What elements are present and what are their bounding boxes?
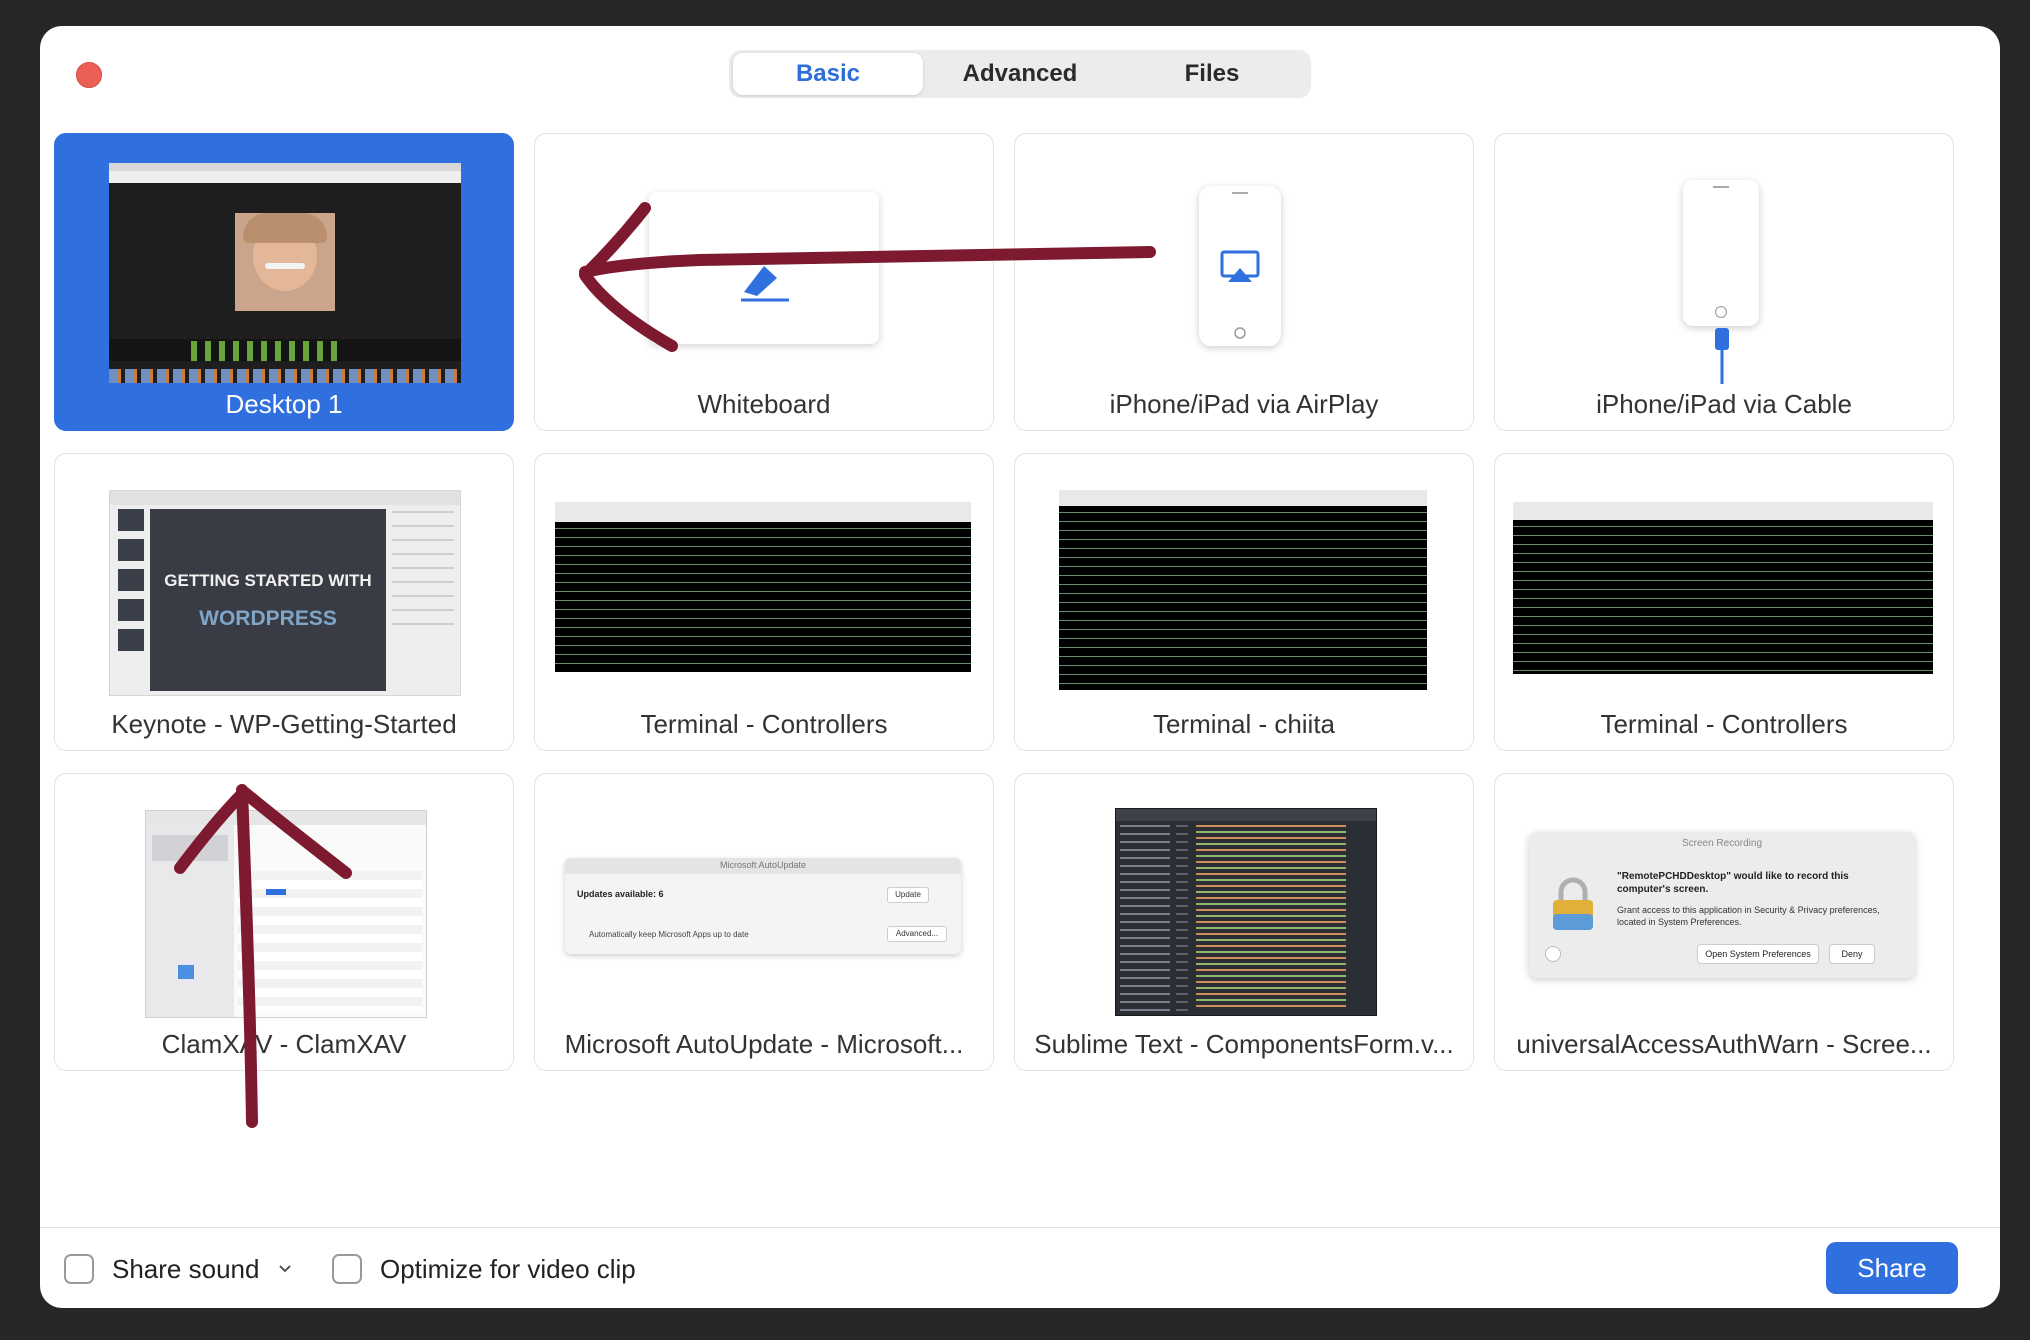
tab-advanced[interactable]: Advanced xyxy=(925,53,1115,95)
terminal-thumbnail xyxy=(1059,490,1427,690)
terminal-thumbnail xyxy=(555,502,971,672)
msau-title: Microsoft AutoUpdate xyxy=(719,860,807,870)
tab-files[interactable]: Files xyxy=(1117,53,1307,95)
keynote-slide-subtitle: WORDPRESS xyxy=(199,607,337,630)
keynote-slide-title: GETTING STARTED WITH xyxy=(164,571,372,590)
share-option-desktop-1[interactable]: Desktop 1 xyxy=(54,133,514,431)
share-option-keynote[interactable]: GETTING STARTED WITH WORDPRESS Keynote -… xyxy=(54,453,514,751)
card-label: ClamXAV - ClamXAV xyxy=(161,1029,407,1059)
lock-icon xyxy=(1553,877,1593,930)
share-sound-label[interactable]: Share sound xyxy=(112,1254,259,1285)
iphone-cable-icon xyxy=(1683,180,1759,326)
card-label: Keynote - WP-Getting-Started xyxy=(111,709,457,739)
airplay-icon xyxy=(1220,250,1260,339)
card-label: iPhone/iPad via Cable xyxy=(1596,389,1852,419)
card-label: Sublime Text - ComponentsForm.v... xyxy=(1034,1029,1454,1059)
open-system-preferences-button: Open System Preferences xyxy=(1697,944,1819,964)
card-label: iPhone/iPad via AirPlay xyxy=(1109,389,1379,419)
card-label: Terminal - Controllers xyxy=(1600,709,1848,739)
desktop-thumbnail xyxy=(109,163,461,383)
card-label: universalAccessAuthWarn - Scree... xyxy=(1516,1029,1932,1059)
screen-recording-title: Screen Recording xyxy=(1681,838,1763,849)
card-label: Microsoft AutoUpdate - Microsoft... xyxy=(564,1029,964,1059)
clamxav-thumbnail xyxy=(145,810,427,1018)
msau-thumbnail: Microsoft AutoUpdate Updates available: … xyxy=(565,858,961,954)
card-label: Terminal - Controllers xyxy=(640,709,888,739)
share-option-screen-recording-warning[interactable]: Screen Recording "RemotePCHDDesktop" wou… xyxy=(1494,773,1954,1071)
deny-button: Deny xyxy=(1829,944,1875,964)
screen-recording-thumbnail: Screen Recording "RemotePCHDDesktop" wou… xyxy=(1529,832,1915,978)
optimize-video-label[interactable]: Optimize for video clip xyxy=(380,1254,636,1285)
share-option-microsoft-autoupdate[interactable]: Microsoft AutoUpdate Updates available: … xyxy=(534,773,994,1071)
share-option-clamxav[interactable]: ClamXAV - ClamXAV xyxy=(54,773,514,1071)
share-screen-window: Basic Advanced Files Desktop 1 Whiteboar… xyxy=(40,26,2000,1308)
chevron-down-icon[interactable] xyxy=(278,1264,292,1274)
card-label: Whiteboard xyxy=(697,389,831,419)
card-label: Terminal - chiita xyxy=(1152,709,1336,739)
sublime-thumbnail xyxy=(1115,808,1377,1016)
msau-auto: Automatically keep Microsoft Apps up to … xyxy=(589,930,749,939)
share-option-terminal-chiita[interactable]: Terminal - chiita xyxy=(1014,453,1474,751)
share-option-sublime-text[interactable]: Sublime Text - ComponentsForm.v... xyxy=(1014,773,1474,1071)
card-label: Desktop 1 xyxy=(225,389,343,419)
cable-icon xyxy=(1715,328,1729,384)
screen-recording-heading: "RemotePCHDDesktop" would like to record… xyxy=(1617,871,1849,895)
tab-basic[interactable]: Basic xyxy=(733,53,923,95)
keynote-thumbnail: GETTING STARTED WITH WORDPRESS xyxy=(109,490,461,696)
screen-recording-body: Grant access to this application in Secu… xyxy=(1617,905,1880,927)
msau-updates: Updates available: 6 xyxy=(577,889,664,899)
share-button[interactable]: Share xyxy=(1826,1242,1958,1294)
optimize-video-checkbox[interactable] xyxy=(332,1254,362,1284)
share-option-terminal-controllers-2[interactable]: Terminal - Controllers xyxy=(1494,453,1954,751)
share-option-airplay[interactable]: iPhone/iPad via AirPlay xyxy=(1014,133,1474,431)
share-option-terminal-controllers-1[interactable]: Terminal - Controllers xyxy=(534,453,994,751)
share-option-whiteboard[interactable]: Whiteboard xyxy=(534,133,994,431)
msau-update-button: Update xyxy=(887,887,929,903)
terminal-thumbnail xyxy=(1513,502,1933,674)
msau-advanced-button: Advanced... xyxy=(887,926,947,942)
iphone-airplay-icon xyxy=(1199,186,1281,346)
share-option-cable[interactable]: iPhone/iPad via Cable xyxy=(1494,133,1954,431)
tab-bar: Basic Advanced Files xyxy=(729,50,1311,98)
close-button[interactable] xyxy=(76,62,102,88)
pen-icon xyxy=(741,266,789,302)
help-icon xyxy=(1545,946,1561,962)
footer-bar: Share sound Optimize for video clip Shar… xyxy=(40,1227,2000,1308)
whiteboard-thumbnail xyxy=(649,192,879,344)
share-sound-checkbox[interactable] xyxy=(64,1254,94,1284)
